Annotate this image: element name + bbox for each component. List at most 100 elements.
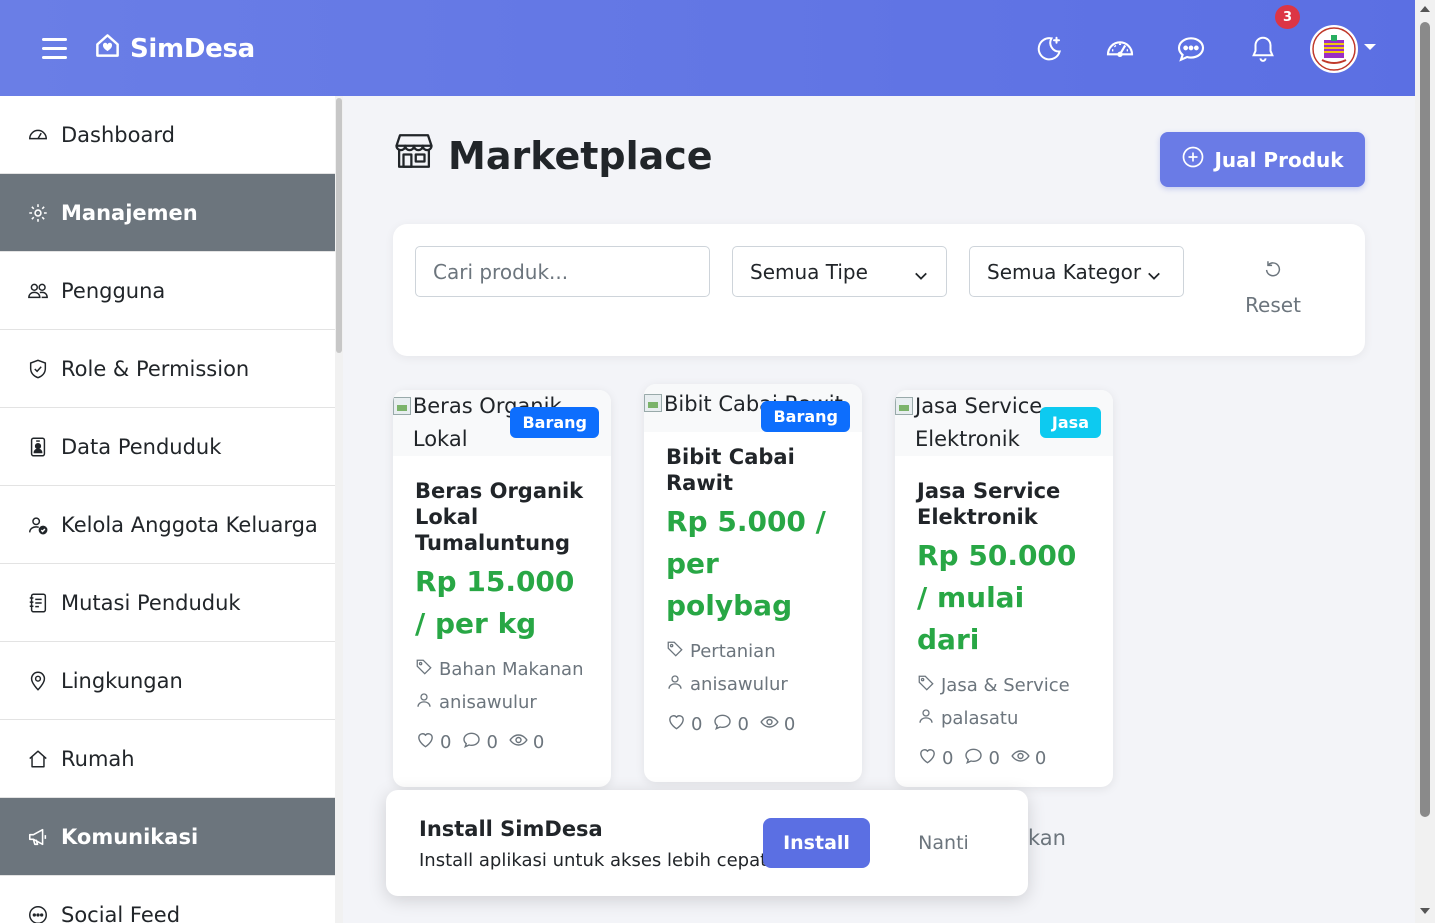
product-card[interactable]: Jasa Service Elektronik Jasa Jasa Servic… [895, 390, 1113, 787]
heart-icon [415, 730, 436, 755]
sidebar-item-label: Mutasi Penduduk [61, 590, 241, 615]
chevron-down-icon [914, 264, 927, 280]
product-price: Rp 50.000 / mulai dari [917, 539, 1077, 656]
product-type-badge: Jasa [1039, 407, 1101, 438]
scroll-up-arrow-icon[interactable] [1420, 6, 1430, 12]
sidebar: Dashboard Manajemen Pengguna Role & Perm… [0, 96, 343, 923]
bell-icon[interactable] [1246, 32, 1280, 66]
product-name[interactable]: Bibit Cabai Rawit [666, 444, 840, 498]
page-title-text: Marketplace [448, 133, 713, 178]
sell-product-label: Jual Produk [1214, 147, 1344, 172]
brand[interactable]: SimDesa [94, 32, 255, 66]
sidebar-item-role-permission[interactable]: Role & Permission [0, 330, 335, 408]
product-seller: anisawulur [415, 686, 589, 719]
product-card[interactable]: Beras Organik Lokal Tumaluntung Barang B… [393, 390, 611, 787]
sidebar-section-komunikasi[interactable]: Komunikasi [0, 798, 335, 876]
heart-icon [666, 712, 687, 737]
sidebar-item-rumah[interactable]: Rumah [0, 720, 335, 798]
people-icon [26, 279, 50, 303]
sell-product-button[interactable]: Jual Produk [1160, 132, 1365, 187]
person-icon [917, 707, 935, 730]
install-subtitle: Install aplikasi untuk akses lebih cepat [419, 850, 768, 871]
product-image[interactable]: Bibit Cabai Rawit Barang [644, 384, 862, 432]
top-navbar: SimDesa 3 [0, 0, 1415, 96]
chevron-down-icon[interactable] [1364, 44, 1376, 50]
gear-icon [26, 201, 50, 225]
product-image[interactable]: Beras Organik Lokal Tumaluntung Barang [393, 390, 611, 456]
sidebar-item-kelola-anggota-keluarga[interactable]: Kelola Anggota Keluarga [0, 486, 335, 564]
comment-stat[interactable]: 0 [963, 746, 1000, 771]
house-heart-icon [94, 32, 121, 66]
broken-image-icon [393, 397, 411, 415]
comment-stat[interactable]: 0 [712, 712, 749, 737]
page-title: Marketplace [392, 130, 713, 181]
filter-card: Cari produk... Semua Tipe Semua Kategor … [393, 224, 1365, 356]
shop-icon [392, 130, 436, 181]
sidebar-item-dashboard[interactable]: Dashboard [0, 96, 335, 174]
comment-stat[interactable]: 0 [461, 730, 498, 755]
search-input[interactable]: Cari produk... [415, 246, 710, 297]
reset-label: Reset [1245, 293, 1301, 317]
product-stats: 0 0 0 [917, 743, 1091, 773]
geo-pin-icon [26, 669, 50, 693]
product-category: Bahan Makanan [415, 653, 589, 686]
user-avatar[interactable] [1310, 25, 1358, 73]
journal-text-icon [26, 591, 50, 615]
heart-icon [917, 746, 938, 771]
product-seller: anisawulur [666, 668, 840, 701]
install-button[interactable]: Install [763, 818, 870, 868]
category-select[interactable]: Semua Kategor [969, 246, 1184, 297]
product-category: Jasa & Service [917, 669, 1091, 702]
broken-image-icon [895, 397, 913, 415]
obscured-text: kan [1028, 826, 1066, 850]
sidebar-item-mutasi-penduduk[interactable]: Mutasi Penduduk [0, 564, 335, 642]
eye-icon [508, 730, 529, 755]
chat-dots-icon[interactable] [1174, 32, 1208, 66]
view-stat: 0 [1010, 746, 1046, 771]
install-prompt: Install SimDesa Install aplikasi untuk a… [386, 790, 1028, 896]
sidebar-item-label: Rumah [61, 746, 135, 771]
menu-toggle-icon[interactable] [42, 38, 67, 59]
scroll-down-arrow-icon[interactable] [1420, 908, 1430, 914]
window-scrollbar[interactable] [1415, 0, 1435, 923]
sidebar-item-social-feed[interactable]: Social Feed [0, 876, 335, 923]
sidebar-section-manajemen[interactable]: Manajemen [0, 174, 335, 252]
sidebar-item-data-penduduk[interactable]: Data Penduduk [0, 408, 335, 486]
moon-stars-icon[interactable] [1032, 32, 1066, 66]
speedometer-icon [26, 123, 50, 147]
sidebar-item-label: Kelola Anggota Keluarga [61, 512, 318, 537]
product-name[interactable]: Beras Organik Lokal Tumaluntung [415, 478, 589, 558]
like-stat[interactable]: 0 [666, 712, 702, 737]
sidebar-item-lingkungan[interactable]: Lingkungan [0, 642, 335, 720]
product-stats: 0 0 0 [666, 709, 840, 739]
type-select[interactable]: Semua Tipe [732, 246, 947, 297]
like-stat[interactable]: 0 [917, 746, 953, 771]
product-card[interactable]: Bibit Cabai Rawit Barang Bibit Cabai Raw… [644, 384, 862, 782]
scrollbar-thumb[interactable] [1420, 22, 1430, 817]
product-name[interactable]: Jasa Service Elektronik [917, 478, 1091, 532]
sidebar-item-label: Social Feed [61, 902, 181, 923]
speedometer-icon[interactable] [1103, 32, 1137, 66]
person-icon [415, 691, 433, 714]
sidebar-item-pengguna[interactable]: Pengguna [0, 252, 335, 330]
product-image[interactable]: Jasa Service Elektronik Jasa [895, 390, 1113, 456]
notification-count-badge: 3 [1275, 5, 1300, 29]
type-select-value: Semua Tipe [750, 259, 868, 284]
reset-button[interactable]: Reset [1233, 258, 1313, 317]
install-title: Install SimDesa [419, 817, 603, 841]
view-stat: 0 [508, 730, 544, 755]
tag-icon [666, 640, 684, 663]
sidebar-scrollbar[interactable] [335, 96, 343, 923]
person-badge-icon [26, 435, 50, 459]
arrow-counterclockwise-icon [1233, 258, 1313, 288]
later-button[interactable]: Nanti [901, 818, 986, 868]
chat-icon [963, 746, 984, 771]
product-stats: 0 0 0 [415, 727, 589, 757]
product-type-badge: Barang [510, 407, 599, 438]
sidebar-item-label: Komunikasi [61, 824, 199, 849]
sidebar-item-label: Lingkungan [61, 668, 183, 693]
shield-check-icon [26, 357, 50, 381]
like-stat[interactable]: 0 [415, 730, 451, 755]
sidebar-item-label: Data Penduduk [61, 434, 222, 459]
product-seller: palasatu [917, 702, 1091, 735]
